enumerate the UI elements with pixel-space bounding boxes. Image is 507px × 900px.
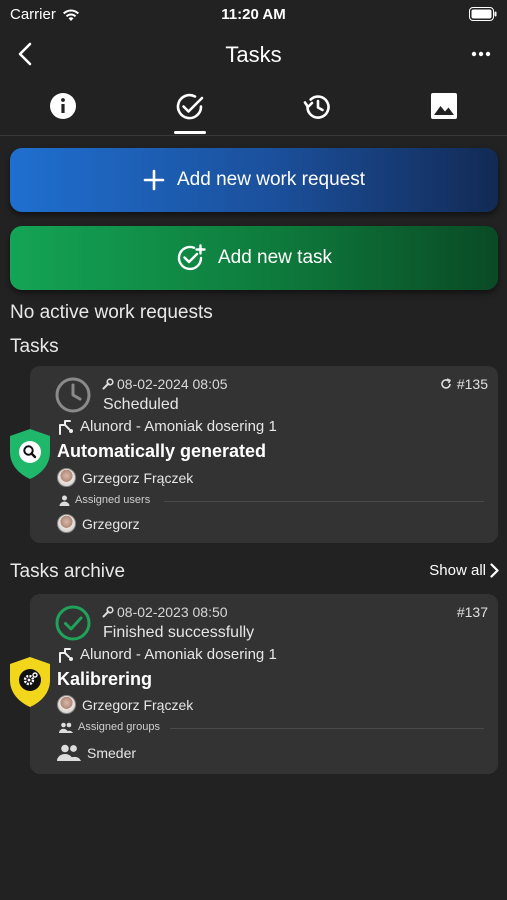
task-title: Automatically generated xyxy=(57,441,267,461)
assigned-user-name: Grzegorz xyxy=(82,515,140,532)
archive-task-creator-name: Grzegorz Frączek xyxy=(82,696,194,713)
assigned-group-name: Smeder xyxy=(87,744,137,761)
assigned-groups-label-text: Assigned groups xyxy=(78,721,160,733)
assigned-user: Grzegorz xyxy=(57,514,140,533)
group-icon xyxy=(59,722,73,733)
info-icon xyxy=(50,93,76,119)
tab-bar xyxy=(0,86,507,136)
wrench-icon xyxy=(102,378,114,390)
nav-bar: Tasks xyxy=(0,30,507,80)
tab-history[interactable] xyxy=(254,86,380,136)
task-creator-name: Grzegorz Frączek xyxy=(82,469,194,486)
check-circle-icon xyxy=(176,93,204,120)
assigned-group: Smeder xyxy=(57,744,136,761)
equipment-icon xyxy=(59,419,73,435)
assigned-groups-label: Assigned groups xyxy=(59,721,160,733)
wrench-icon xyxy=(102,606,114,618)
tasks-section-title: Tasks xyxy=(10,336,59,357)
archive-task-date: 08-02-2023 08:50 xyxy=(102,604,228,620)
archive-task-status: Finished successfully xyxy=(103,624,255,641)
avatar xyxy=(57,514,76,533)
plus-icon xyxy=(143,169,165,191)
archive-task-title: Kalibrering xyxy=(57,669,153,689)
battery-icon xyxy=(469,7,497,25)
add-work-request-label: Add new work request xyxy=(177,169,365,190)
assigned-users-label-text: Assigned users xyxy=(75,494,151,506)
search-shield-icon xyxy=(10,429,50,479)
task-location: Alunord - Amoniak dosering 1 xyxy=(58,418,277,435)
archive-task-location: Alunord - Amoniak dosering 1 xyxy=(58,646,277,663)
task-status: Scheduled xyxy=(103,396,179,413)
image-icon xyxy=(431,93,457,119)
no-active-requests-message: No active work requests xyxy=(10,302,213,323)
task-date-text: 08-02-2024 08:05 xyxy=(117,376,228,392)
equipment-icon xyxy=(59,647,73,663)
group-icon xyxy=(57,744,81,761)
show-all-link[interactable]: Show all xyxy=(429,562,499,579)
status-bar: Carrier 11:20 AM xyxy=(0,0,507,30)
task-number-text: #135 xyxy=(456,376,488,392)
archive-task-location-text: Alunord - Amoniak dosering 1 xyxy=(80,646,277,663)
check-circle-icon xyxy=(55,605,91,641)
page-title: Tasks xyxy=(225,42,282,67)
divider xyxy=(164,501,484,502)
divider xyxy=(170,728,484,729)
archive-task-date-text: 08-02-2023 08:50 xyxy=(117,604,228,620)
assigned-users-label: Assigned users xyxy=(59,494,150,506)
recurring-icon xyxy=(441,378,451,389)
more-horizontal-icon xyxy=(471,51,491,57)
clock: 11:20 AM xyxy=(221,6,286,23)
archive-task-card[interactable]: 08-02-2023 08:50 #137 Finished successfu… xyxy=(30,594,498,774)
archive-task-number: #137 xyxy=(457,604,488,620)
show-all-label: Show all xyxy=(429,562,486,579)
history-icon xyxy=(303,95,330,119)
task-number: #135 xyxy=(440,376,488,392)
chevron-right-icon xyxy=(490,563,499,578)
add-task-button[interactable]: Add new task xyxy=(10,226,498,290)
clock-icon xyxy=(55,377,91,413)
task-location-text: Alunord - Amoniak dosering 1 xyxy=(80,418,277,435)
avatar xyxy=(57,468,76,487)
archive-task-number-text: #137 xyxy=(456,604,488,620)
add-task-label: Add new task xyxy=(217,247,333,268)
avatar xyxy=(57,695,76,714)
add-task-icon xyxy=(177,244,206,271)
task-date: 08-02-2024 08:05 xyxy=(102,376,228,392)
tab-images[interactable] xyxy=(381,86,507,136)
more-button[interactable] xyxy=(471,44,491,69)
task-card[interactable]: 08-02-2024 08:05 #135 Scheduled Alunord … xyxy=(30,366,498,543)
gear-shield-icon xyxy=(10,657,50,707)
archive-section-title: Tasks archive xyxy=(10,561,126,582)
archive-task-creator: Grzegorz Frączek xyxy=(57,695,193,714)
tab-tasks[interactable] xyxy=(127,86,253,136)
add-work-request-button[interactable]: Add new work request xyxy=(10,148,498,212)
person-icon xyxy=(59,495,70,506)
task-creator: Grzegorz Frączek xyxy=(57,468,193,487)
active-tab-indicator xyxy=(174,131,206,134)
tab-info[interactable] xyxy=(0,86,126,136)
